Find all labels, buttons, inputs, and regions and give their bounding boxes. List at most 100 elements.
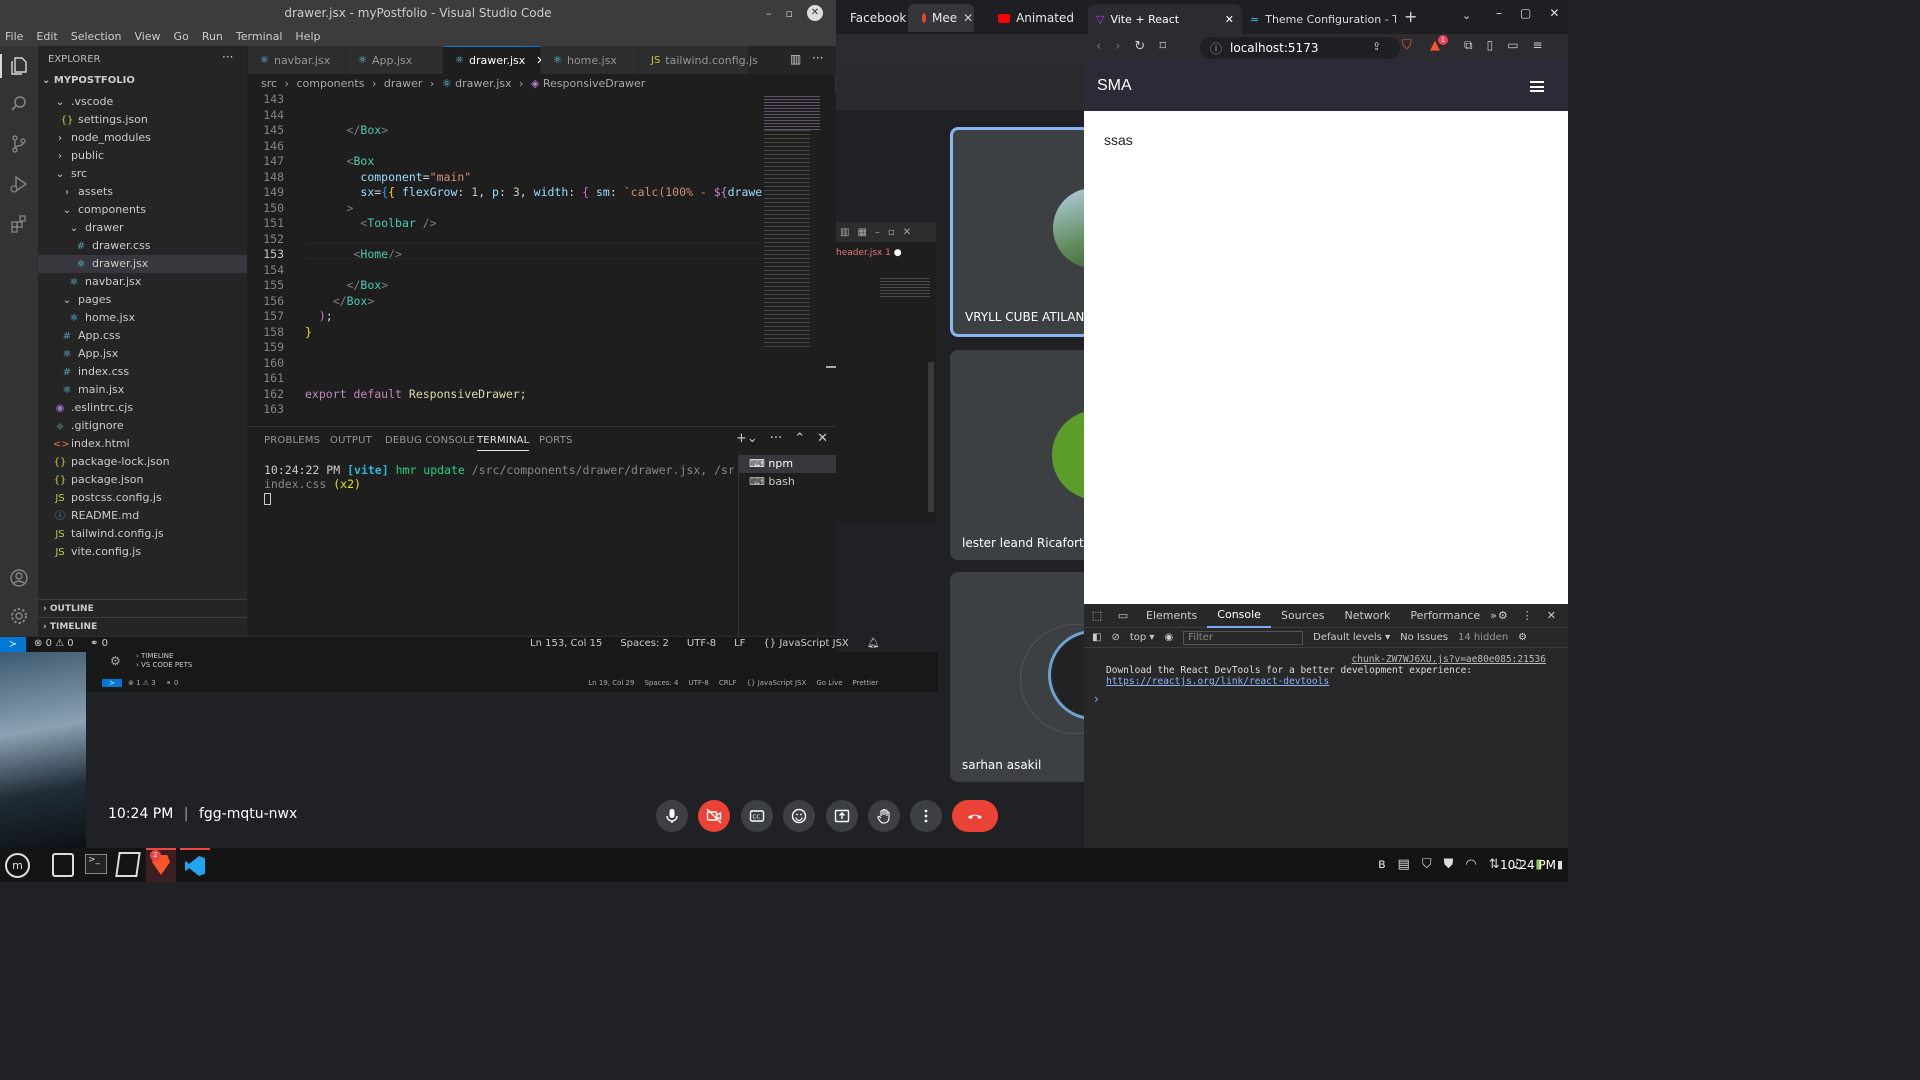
sidebar-icon[interactable]: ▯ bbox=[1487, 38, 1494, 53]
console-filter-input[interactable]: Filter bbox=[1183, 630, 1304, 645]
new-tab-icon[interactable]: + bbox=[1404, 7, 1417, 26]
captions-button[interactable]: CC bbox=[741, 800, 773, 832]
breadcrumb-item[interactable]: drawer.jsx bbox=[455, 77, 511, 90]
inspect-element-icon[interactable]: ⬚ bbox=[1084, 609, 1110, 622]
explorer-icon[interactable] bbox=[9, 56, 29, 76]
more-tabs-icon[interactable]: » bbox=[1490, 609, 1497, 622]
devtools-tab-elements[interactable]: Elements bbox=[1136, 609, 1207, 622]
close-icon[interactable]: ✕ bbox=[903, 227, 911, 238]
tree-file[interactable]: # App.css bbox=[38, 327, 247, 345]
editor-tab[interactable]: ⚛drawer.jsx✕ bbox=[443, 46, 546, 74]
menu-file[interactable]: File bbox=[5, 30, 23, 43]
tab-theme-configuration[interactable]: ≈ Theme Configuration - Ta bbox=[1246, 8, 1396, 30]
tree-file[interactable]: ⚛ navbar.jsx bbox=[38, 273, 247, 291]
tab-facebook[interactable]: Facebook bbox=[836, 6, 908, 30]
menu-icon[interactable]: ≡ bbox=[1533, 38, 1543, 53]
extensions-icon[interactable] bbox=[9, 214, 29, 234]
tree-file[interactable]: ◉ .eslintrc.cjs bbox=[38, 399, 247, 417]
reload-icon[interactable]: ↻ bbox=[1134, 39, 1145, 54]
minimize-icon[interactable]: – bbox=[875, 227, 880, 238]
participant-tile[interactable]: lester leand Ricafort bbox=[950, 350, 1090, 560]
tree-file[interactable]: JS tailwind.config.js bbox=[38, 525, 247, 543]
participant-tile[interactable]: VRYLL CUBE ATILANO bbox=[950, 127, 1090, 337]
layout-icon[interactable]: ▥ bbox=[840, 227, 849, 238]
menu-terminal[interactable]: Terminal bbox=[236, 30, 283, 43]
log-levels-dropdown[interactable]: Default levels ▾ bbox=[1313, 632, 1390, 643]
reactions-button[interactable] bbox=[783, 800, 815, 832]
split-editor-icon[interactable]: ▥ bbox=[790, 52, 801, 66]
devtools-more-icon[interactable]: ⋮ bbox=[1522, 609, 1533, 622]
shield-icon[interactable]: ⛉ bbox=[1422, 857, 1432, 872]
tree-file[interactable]: ⚛ main.jsx bbox=[38, 381, 247, 399]
close-icon[interactable]: ✕ bbox=[806, 5, 823, 21]
vpn-icon[interactable]: ⛊ bbox=[1444, 857, 1454, 872]
tree-file[interactable]: JS postcss.config.js bbox=[38, 489, 247, 507]
maximize-icon[interactable]: ▫ bbox=[786, 7, 793, 20]
more-options-button[interactable] bbox=[910, 800, 942, 832]
secondary-tab[interactable]: header.jsx 1 ● bbox=[836, 244, 936, 262]
run-debug-icon[interactable] bbox=[9, 174, 29, 194]
start-menu-icon[interactable]: m bbox=[5, 853, 30, 878]
panel-more-icon[interactable]: ··· bbox=[770, 431, 782, 446]
clock[interactable]: 10:24 PM bbox=[1500, 858, 1556, 872]
react-devtools-link[interactable]: https://reactjs.org/link/react-devtools bbox=[1106, 676, 1329, 687]
panel-tab-problems[interactable]: PROBLEMS bbox=[264, 435, 320, 446]
tree-file[interactable]: <>index.html bbox=[38, 435, 247, 453]
breadcrumb-item[interactable]: drawer bbox=[384, 77, 423, 90]
back-icon[interactable]: ‹ bbox=[1096, 39, 1101, 54]
tree-folder[interactable]: ⌄ .vscode bbox=[38, 93, 247, 111]
panel-tab-terminal[interactable]: TERMINAL bbox=[477, 435, 530, 451]
end-of-line[interactable]: LF bbox=[734, 638, 745, 649]
clipboard-icon[interactable]: ▤ bbox=[1398, 857, 1410, 872]
tab-meet[interactable]: Mee ✕ bbox=[908, 4, 974, 32]
cursor-position[interactable]: Ln 153, Col 15 bbox=[530, 638, 602, 649]
raise-hand-button[interactable] bbox=[868, 800, 900, 832]
panel-tab-output[interactable]: OUTPUT bbox=[330, 435, 372, 446]
minimize-icon[interactable]: – bbox=[1496, 6, 1502, 20]
terminal-app-icon[interactable]: >_ bbox=[85, 854, 107, 874]
terminal-item-bash[interactable]: ⌨ bash bbox=[739, 473, 836, 491]
tree-file[interactable]: {} package.json bbox=[38, 471, 247, 489]
wifi-icon[interactable]: ◠ bbox=[1465, 857, 1476, 872]
tree-file[interactable]: ⚛ App.jsx bbox=[38, 345, 247, 363]
text-editor-app-icon[interactable] bbox=[115, 852, 141, 877]
participant-tile[interactable]: sarhan asakil bbox=[950, 572, 1090, 782]
ports-status[interactable]: ⚭ 0 bbox=[90, 638, 108, 649]
extensions-icon[interactable]: ⧉ bbox=[1464, 38, 1473, 53]
problems-status[interactable]: ⊗ 0 ⚠ 0 bbox=[34, 638, 74, 649]
present-button[interactable] bbox=[826, 800, 858, 832]
console-prompt-icon[interactable]: › bbox=[1094, 692, 1099, 706]
hamburger-menu-icon[interactable] bbox=[1530, 81, 1544, 92]
close-panel-icon[interactable]: ✕ bbox=[817, 431, 828, 446]
new-terminal-icon[interactable]: +⌄ bbox=[736, 431, 758, 446]
tree-file[interactable]: JS vite.config.js bbox=[38, 543, 247, 561]
share-icon[interactable]: ⇪ bbox=[1372, 40, 1381, 53]
terminal-output[interactable]: 10:24:22 PM [vite] hmr update /src/compo… bbox=[264, 463, 734, 505]
project-root[interactable]: ⌄ MYPOSTFOLIO bbox=[42, 75, 135, 86]
tree-file[interactable]: {} package-lock.json bbox=[38, 453, 247, 471]
notifications-icon[interactable]: ▮ bbox=[1557, 858, 1563, 871]
account-icon[interactable] bbox=[9, 568, 29, 588]
source-control-icon[interactable] bbox=[9, 134, 29, 154]
notifications-bell-icon[interactable]: 🔔︎ bbox=[867, 638, 880, 649]
menu-run[interactable]: Run bbox=[202, 30, 223, 43]
address-bar[interactable]: ⓘ localhost:5173 bbox=[1200, 37, 1400, 59]
code-editor[interactable]: 143 144 145 </Box> 146 147 <Box 148 component… bbox=[248, 92, 836, 426]
menu-go[interactable]: Go bbox=[174, 30, 189, 43]
tree-folder[interactable]: ⌄ drawer bbox=[38, 219, 247, 237]
files-app-icon[interactable] bbox=[52, 853, 74, 877]
live-expression-eye-icon[interactable]: ◉ bbox=[1164, 632, 1173, 643]
menu-selection[interactable]: Selection bbox=[71, 30, 122, 43]
microphone-button[interactable] bbox=[656, 800, 688, 832]
bluetooth-icon[interactable]: ʙ bbox=[1378, 857, 1386, 872]
tree-file[interactable]: ⚛ home.jsx bbox=[38, 309, 247, 327]
tree-file[interactable]: {} settings.json bbox=[38, 111, 247, 129]
remote-indicator-icon[interactable]: ≻ bbox=[0, 637, 26, 652]
panel-tab-ports[interactable]: PORTS bbox=[539, 435, 573, 446]
console-settings-icon[interactable]: ⚙ bbox=[1518, 632, 1527, 643]
outline-section[interactable]: › OUTLINE bbox=[38, 599, 247, 617]
tree-folder[interactable]: › node_modules bbox=[38, 129, 247, 147]
indentation[interactable]: Spaces: 2 bbox=[620, 638, 669, 649]
wallet-icon[interactable]: ▭ bbox=[1507, 38, 1518, 53]
editor-tab[interactable]: ⚛ App.jsx bbox=[346, 46, 443, 74]
